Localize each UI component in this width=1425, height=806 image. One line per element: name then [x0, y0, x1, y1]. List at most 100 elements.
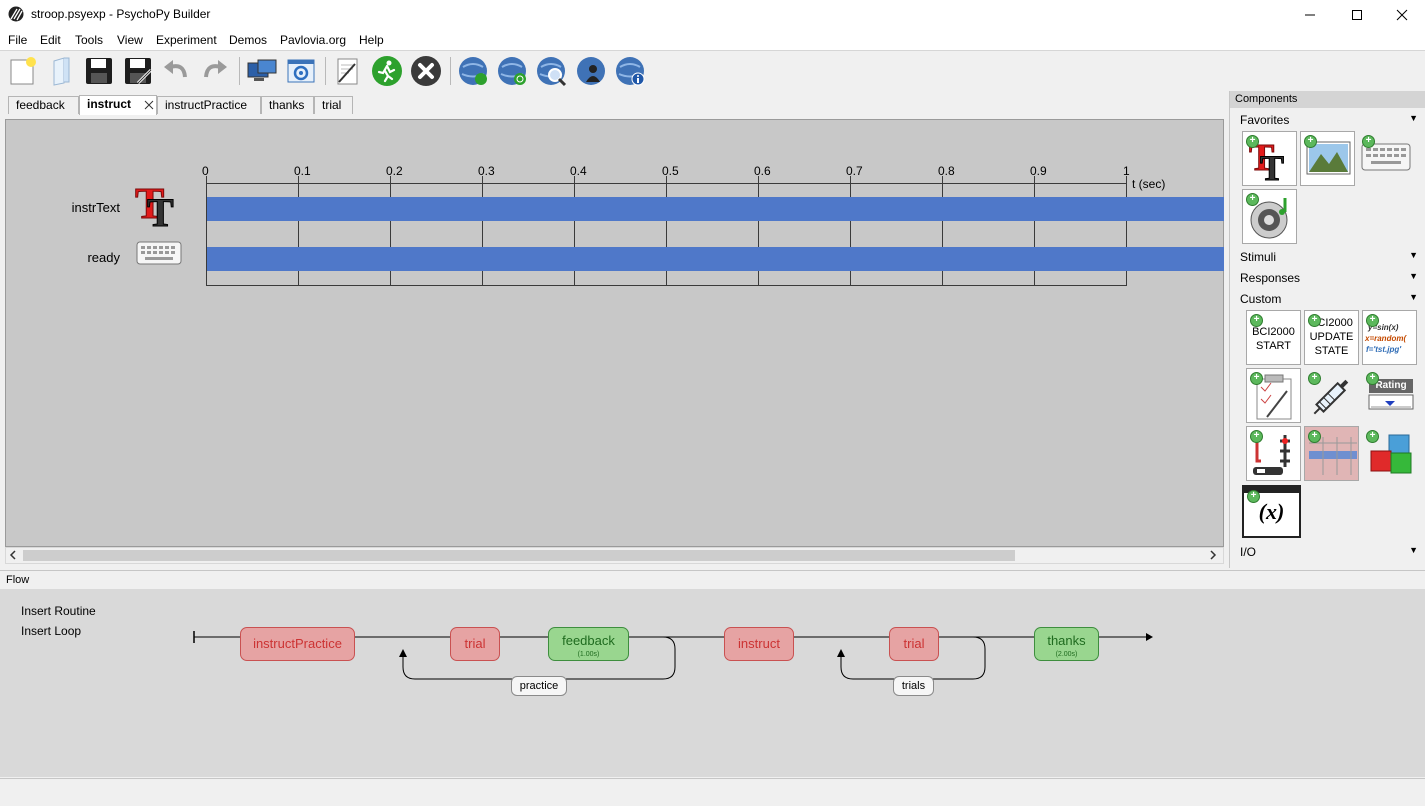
- category-io[interactable]: I/O ▼: [1240, 545, 1418, 559]
- menu-help[interactable]: Help: [359, 33, 384, 47]
- syringe-component-button[interactable]: +: [1304, 368, 1359, 423]
- menu-view[interactable]: View: [117, 33, 143, 47]
- bci-start-label: BCI2000 START: [1252, 326, 1295, 352]
- form-component-button[interactable]: +: [1246, 368, 1301, 423]
- eyetracker-component-button[interactable]: +: [1246, 426, 1301, 481]
- flow-routine-trial[interactable]: trial: [450, 627, 500, 661]
- window-title: stroop.psyexp - PsychoPy Builder: [31, 7, 211, 21]
- save-icon[interactable]: [83, 55, 115, 87]
- variable-component-button[interactable]: (x) +: [1242, 485, 1301, 538]
- compile-script-icon[interactable]: [331, 55, 363, 87]
- ready-duration-bar[interactable]: [207, 247, 1224, 271]
- routine-label: instruct: [738, 636, 780, 651]
- add-icon: +: [1366, 430, 1379, 443]
- chevron-down-icon: ▼: [1409, 292, 1418, 302]
- monitor-center-icon[interactable]: [246, 55, 278, 87]
- menu-pavlovia[interactable]: Pavlovia.org: [280, 33, 346, 47]
- routine-timeline-component-button[interactable]: +: [1304, 426, 1359, 481]
- tab-label: trial: [322, 98, 342, 112]
- add-icon: +: [1366, 372, 1379, 385]
- open-file-icon[interactable]: [45, 55, 77, 87]
- component-name-ready[interactable]: ready: [20, 250, 120, 265]
- close-tab-icon[interactable]: [144, 96, 154, 115]
- new-file-icon[interactable]: [6, 55, 38, 87]
- category-label: Custom: [1240, 292, 1282, 306]
- add-icon: +: [1247, 490, 1260, 503]
- menu-demos[interactable]: Demos: [229, 33, 267, 47]
- keyboard-component-button[interactable]: +: [1358, 131, 1413, 186]
- menu-bar: File Edit Tools View Experiment Demos Pa…: [0, 30, 1425, 50]
- tick-label: 0.7: [846, 164, 863, 178]
- keyboard-component-icon[interactable]: [135, 238, 183, 268]
- menu-experiment[interactable]: Experiment: [156, 33, 217, 47]
- text-component-button[interactable]: TT +: [1242, 131, 1297, 186]
- instrtext-duration-bar[interactable]: [207, 197, 1224, 221]
- category-label: Favorites: [1240, 113, 1290, 127]
- routine-label: trial: [903, 636, 925, 651]
- code-component-button[interactable]: y=sin(x) x=random( f='tst.jpg' +: [1362, 310, 1417, 365]
- category-stimuli[interactable]: Stimuli ▼: [1240, 250, 1418, 264]
- category-favorites[interactable]: Favorites ▼: [1240, 113, 1418, 127]
- tab-trial[interactable]: trial: [314, 96, 353, 114]
- pavlovia-user-icon[interactable]: [575, 55, 607, 87]
- undo-icon[interactable]: [160, 55, 192, 87]
- save-as-icon[interactable]: [122, 55, 154, 87]
- close-button[interactable]: [1379, 0, 1425, 30]
- maximize-button[interactable]: [1334, 0, 1380, 30]
- tab-instruct[interactable]: instruct: [79, 95, 157, 115]
- run-icon[interactable]: [371, 55, 403, 87]
- scroll-right-icon[interactable]: [1209, 549, 1217, 564]
- category-custom[interactable]: Custom ▼: [1240, 292, 1418, 306]
- tab-thanks[interactable]: thanks: [261, 96, 314, 114]
- tick-label: 0.8: [938, 164, 955, 178]
- pavlovia-search-icon[interactable]: [535, 55, 567, 87]
- flow-routine-trial-2[interactable]: trial: [889, 627, 939, 661]
- minimize-button[interactable]: [1287, 0, 1333, 30]
- component-name-instrtext[interactable]: instrText: [20, 200, 120, 215]
- rating-component-button[interactable]: Rating +: [1362, 368, 1417, 423]
- experiment-settings-icon[interactable]: [285, 55, 317, 87]
- routine-scrollbar[interactable]: [5, 547, 1224, 564]
- svg-text:T: T: [147, 190, 174, 230]
- tick-label: 0.4: [570, 164, 587, 178]
- bci2000-start-button[interactable]: BCI2000 START +: [1246, 310, 1301, 365]
- flow-routine-thanks[interactable]: thanks (2.00s): [1034, 627, 1099, 661]
- status-bar: [0, 778, 1425, 806]
- pavlovia-info-icon[interactable]: [614, 55, 646, 87]
- text-component-icon[interactable]: TT: [133, 179, 183, 236]
- loop-label-trials[interactable]: trials: [893, 676, 934, 696]
- pavlovia-sync-refresh-icon[interactable]: [496, 55, 528, 87]
- scroll-left-icon[interactable]: [9, 549, 17, 564]
- flow-panel: Insert Routine Insert Loop instructPract…: [0, 589, 1425, 777]
- scroll-thumb[interactable]: [23, 550, 1015, 561]
- bci2000-update-state-button[interactable]: BCI2000 UPDATE STATE +: [1304, 310, 1359, 365]
- stop-icon[interactable]: [410, 55, 442, 87]
- time-axis-label: t (sec): [1132, 177, 1166, 191]
- flow-routine-feedback[interactable]: feedback (1.00s): [548, 627, 629, 661]
- routine-canvas[interactable]: 0 0.1 0.2 0.3 0.4 0.5 0.6 0.7 0.8 0.9 1 …: [5, 119, 1224, 547]
- chevron-down-icon: ▼: [1409, 271, 1418, 281]
- flow-routine-instructpractice[interactable]: instructPractice: [240, 627, 355, 661]
- menu-tools[interactable]: Tools: [75, 33, 103, 47]
- routine-label: thanks: [1047, 633, 1086, 648]
- code-line-3: f='tst.jpg': [1366, 345, 1402, 354]
- flow-header: Flow: [0, 570, 1425, 589]
- image-component-button[interactable]: +: [1300, 131, 1355, 186]
- add-icon: +: [1308, 314, 1321, 327]
- tab-label: instruct: [87, 97, 132, 111]
- add-icon: +: [1362, 135, 1375, 148]
- menu-edit[interactable]: Edit: [40, 33, 61, 47]
- redo-icon[interactable]: [199, 55, 231, 87]
- blocks-component-button[interactable]: +: [1362, 426, 1417, 481]
- tick-label: 0.3: [478, 164, 495, 178]
- pavlovia-sync-icon[interactable]: [457, 55, 489, 87]
- loop-label-practice[interactable]: practice: [511, 676, 567, 696]
- category-responses[interactable]: Responses ▼: [1240, 271, 1418, 285]
- flow-routine-instruct[interactable]: instruct: [724, 627, 794, 661]
- sound-component-button[interactable]: +: [1242, 189, 1297, 244]
- tab-feedback[interactable]: feedback: [8, 96, 79, 114]
- menu-file[interactable]: File: [8, 33, 27, 47]
- tab-instructpractice[interactable]: instructPractice: [157, 96, 261, 114]
- tick-label: 0.9: [1030, 164, 1047, 178]
- chevron-down-icon: ▼: [1409, 250, 1418, 260]
